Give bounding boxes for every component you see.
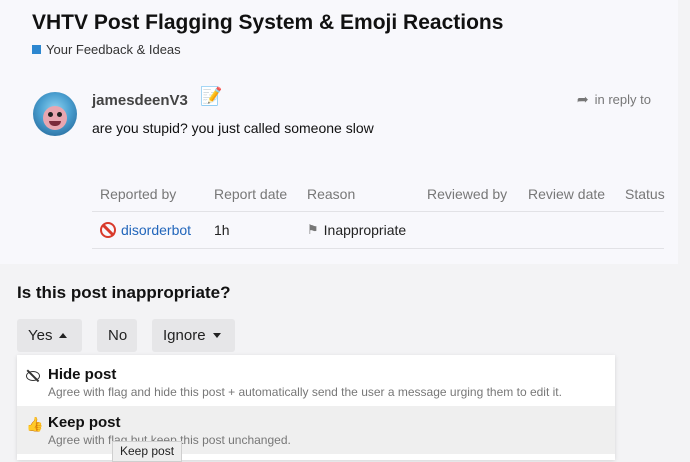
avatar-face: [43, 106, 67, 130]
reason-label: Inappropriate: [323, 222, 407, 238]
table-header-divider: [92, 211, 664, 212]
reply-to-label: in reply to: [594, 92, 651, 107]
table-row-divider: [92, 248, 664, 249]
header-review-date: Review date: [528, 186, 606, 202]
menu-item-label: Keep post: [48, 414, 121, 431]
post-card: VHTV Post Flagging System & Emoji Reacti…: [0, 0, 678, 264]
reply-to-link[interactable]: ➦ in reply to: [577, 91, 651, 108]
menu-item-keep-post[interactable]: 👍 Keep post Agree with flag but keep thi…: [17, 406, 615, 454]
ignore-button[interactable]: Ignore: [152, 319, 235, 352]
flag-icon: ⚑: [307, 222, 319, 237]
category-color-square: [32, 45, 41, 54]
menu-item-description: Agree with flag and hide this post + aut…: [48, 385, 562, 399]
no-label: No: [108, 327, 128, 344]
header-report-date: Report date: [214, 186, 288, 202]
header-status: Status: [625, 186, 665, 202]
tooltip: Keep post: [112, 441, 183, 462]
header-reviewed-by: Reviewed by: [427, 186, 508, 202]
category-label: Your Feedback & Ideas: [46, 42, 181, 57]
eye-slash-icon: [26, 368, 40, 384]
yes-label: Yes: [28, 327, 53, 344]
thumbs-up-icon: 👍: [26, 416, 44, 432]
reporter-link[interactable]: disorderbot: [121, 222, 191, 238]
cell-report-date: 1h: [214, 222, 230, 238]
header-reported-by: Reported by: [100, 186, 177, 202]
ignore-label: Ignore: [163, 327, 206, 344]
reply-arrow-icon: ➦: [576, 91, 589, 107]
menu-item-hide-post[interactable]: Hide post Agree with flag and hide this …: [17, 358, 615, 406]
post-username[interactable]: jamesdeenV3: [92, 92, 188, 109]
memo-icon: 📝: [200, 86, 223, 106]
review-question: Is this post inappropriate?: [17, 283, 231, 302]
header-reason: Reason: [307, 186, 356, 202]
caret-down-icon: [212, 333, 221, 338]
prohibited-icon: [100, 222, 116, 238]
cell-reason: ⚑ Inappropriate: [307, 222, 406, 238]
avatar-eye: [48, 112, 53, 117]
caret-up-icon: [59, 333, 68, 338]
topic-title[interactable]: VHTV Post Flagging System & Emoji Reacti…: [32, 11, 503, 35]
avatar[interactable]: [33, 92, 77, 136]
category-badge[interactable]: Your Feedback & Ideas: [32, 42, 181, 57]
no-button[interactable]: No: [97, 319, 137, 352]
avatar-eye: [57, 112, 62, 117]
menu-item-label: Hide post: [48, 366, 117, 383]
cell-reported-by: disorderbot: [100, 222, 191, 238]
yes-button[interactable]: Yes: [17, 319, 82, 352]
yes-dropdown-menu: Hide post Agree with flag and hide this …: [17, 355, 615, 460]
post-body: are you stupid? you just called someone …: [92, 120, 374, 136]
